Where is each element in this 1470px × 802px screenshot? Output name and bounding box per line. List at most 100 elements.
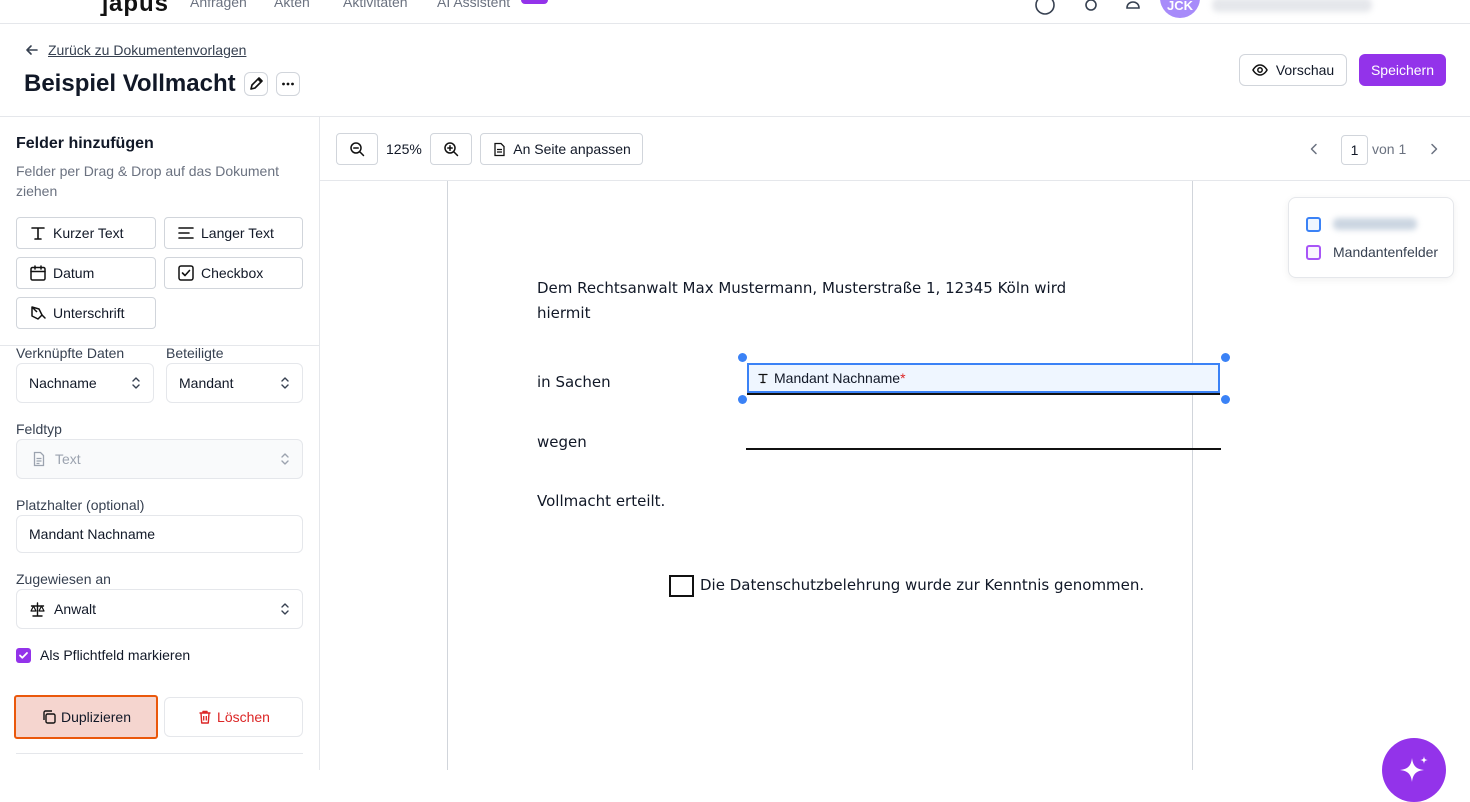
participants-select[interactable]: Mandant: [166, 363, 303, 403]
signature-pen-icon: [31, 306, 46, 320]
fit-to-page-label: An Seite anpassen: [513, 141, 631, 157]
chevron-up-down-icon: [132, 377, 140, 389]
chevron-up-down-icon: [281, 603, 289, 615]
align-left-icon: [178, 227, 194, 239]
sparkle-icon: [1400, 756, 1428, 782]
doc-in-sachen: in Sachen: [537, 373, 611, 391]
app-logo[interactable]: ]apus: [100, 0, 169, 18]
zoom-out-icon: [350, 142, 365, 157]
save-button[interactable]: Speichern: [1359, 54, 1446, 86]
fit-to-page-button[interactable]: An Seite anpassen: [480, 133, 643, 165]
checkbox-label: Checkbox: [201, 265, 264, 281]
placeholder-input[interactable]: Mandant Nachname: [16, 515, 303, 553]
chevron-right-icon: [1431, 143, 1438, 155]
date-label: Datum: [53, 265, 95, 281]
doc-line-1: Dem Rechtsanwalt Max Mustermann, Musters…: [537, 276, 1097, 326]
document-toolbar: 125% An Seite anpassen 1 von 1: [320, 117, 1470, 181]
ai-assistant-button[interactable]: [1382, 738, 1446, 802]
required-marker: *: [900, 370, 906, 386]
add-short-text-button[interactable]: Kurzer Text: [16, 217, 156, 249]
add-signature-button[interactable]: Unterschrift: [16, 297, 156, 329]
zoom-in-button[interactable]: [430, 133, 472, 165]
resize-handle-top-right[interactable]: [1221, 353, 1230, 362]
legend-label-anwalt-redacted: [1333, 218, 1417, 230]
field-type-value: Text: [55, 451, 81, 467]
field-sidebar: Felder hinzufügen Felder per Drag & Drop…: [0, 117, 320, 770]
field-type-select: Text: [16, 439, 303, 479]
file-text-icon: [33, 451, 45, 467]
zoom-level: 125%: [386, 141, 422, 157]
wegen-line: [746, 448, 1221, 450]
assigned-to-select[interactable]: Anwalt: [16, 589, 303, 629]
nav-item-anfragen[interactable]: Anfragen: [190, 0, 247, 10]
page-number-input[interactable]: 1: [1341, 135, 1368, 165]
zoom-out-button[interactable]: [336, 133, 378, 165]
settings-icon[interactable]: [1080, 0, 1102, 16]
edit-title-button[interactable]: [244, 72, 268, 96]
back-link-label: Zurück zu Dokumentenvorlagen: [48, 42, 247, 58]
more-horizontal-icon: [282, 82, 294, 86]
required-checkbox[interactable]: [16, 648, 31, 663]
doc-vollmacht: Vollmacht erteilt.: [537, 492, 666, 510]
nav-item-ai-assistent[interactable]: AI Assistent: [437, 0, 510, 10]
doc-wegen: wegen: [537, 433, 587, 451]
sidebar-description: Felder per Drag & Drop auf das Dokument …: [16, 163, 280, 199]
resize-handle-bottom-left[interactable]: [738, 395, 747, 404]
placeholder-label: Platzhalter (optional): [16, 497, 145, 513]
placeholder-input-value: Mandant Nachname: [29, 526, 156, 542]
participants-value: Mandant: [179, 375, 234, 391]
text-type-icon: [31, 227, 45, 240]
legend-swatch-mandant: [1306, 245, 1321, 260]
duplicate-button-label: Duplizieren: [60, 709, 132, 725]
sidebar-title: Felder hinzufügen: [16, 135, 154, 152]
long-text-label: Langer Text: [201, 225, 274, 241]
placed-field-mandant-nachname[interactable]: Mandant Nachname *: [747, 363, 1220, 393]
assigned-to-value: Anwalt: [54, 601, 97, 617]
add-checkbox-button[interactable]: Checkbox: [164, 257, 303, 289]
file-icon: [494, 142, 505, 156]
preview-button[interactable]: Vorschau: [1239, 54, 1347, 86]
chevron-left-icon: [1310, 143, 1317, 155]
previous-page-button[interactable]: [1306, 141, 1322, 157]
checkbox-icon: [178, 265, 194, 281]
placed-field-label: Mandant Nachname: [774, 370, 901, 386]
field-legend: Mandantenfelder: [1288, 197, 1454, 278]
linked-data-label: Verknüpfte Daten: [16, 345, 125, 361]
back-link[interactable]: Zurück zu Dokumentenvorlagen: [24, 42, 246, 58]
document-page: Dem Rechtsanwalt Max Mustermann, Musters…: [447, 181, 1230, 770]
add-date-button[interactable]: Datum: [16, 257, 156, 289]
nav-item-akten[interactable]: Akten: [274, 0, 310, 10]
user-avatar[interactable]: JCK: [1160, 0, 1200, 18]
required-checkbox-label[interactable]: Als Pflichtfeld markieren: [40, 647, 190, 663]
more-options-button[interactable]: [276, 72, 300, 96]
delete-button[interactable]: Löschen: [164, 697, 303, 737]
short-text-label: Kurzer Text: [53, 225, 124, 241]
zoom-in-icon: [444, 142, 459, 157]
text-type-icon: [758, 373, 768, 384]
sidebar-bottom-divider: [16, 753, 303, 754]
doc-checkbox-text: Die Datenschutzbelehrung wurde zur Kennt…: [700, 576, 1145, 594]
check-icon: [19, 652, 28, 659]
doc-checkbox[interactable]: [669, 575, 694, 597]
nav-item-aktivitaeten[interactable]: Aktivitäten: [343, 0, 408, 10]
legend-label-mandant: Mandantenfelder: [1333, 244, 1439, 260]
doc-text-line-2: hiermit: [537, 304, 591, 322]
doc-text-line-1: Dem Rechtsanwalt Max Mustermann, Musters…: [537, 279, 1067, 297]
delete-button-label: Löschen: [217, 709, 270, 725]
next-page-button[interactable]: [1426, 141, 1442, 157]
trash-icon: [199, 710, 211, 724]
document-canvas: Dem Rechtsanwalt Max Mustermann, Musters…: [320, 181, 1470, 770]
help-icon[interactable]: [1034, 0, 1056, 16]
resize-handle-top-left[interactable]: [738, 353, 747, 362]
signature-label: Unterschrift: [53, 305, 125, 321]
field-type-label: Feldtyp: [16, 421, 62, 437]
duplicate-button[interactable]: Duplizieren: [14, 695, 158, 739]
add-long-text-button[interactable]: Langer Text: [164, 217, 303, 249]
new-badge: [521, 0, 548, 4]
resize-handle-bottom-right[interactable]: [1221, 395, 1230, 404]
linked-data-value: Nachname: [29, 375, 97, 391]
linked-data-select[interactable]: Nachname: [16, 363, 154, 403]
page-count: von 1: [1372, 141, 1407, 157]
user-name-redacted: [1212, 0, 1372, 12]
notification-bell-icon[interactable]: [1122, 0, 1144, 16]
